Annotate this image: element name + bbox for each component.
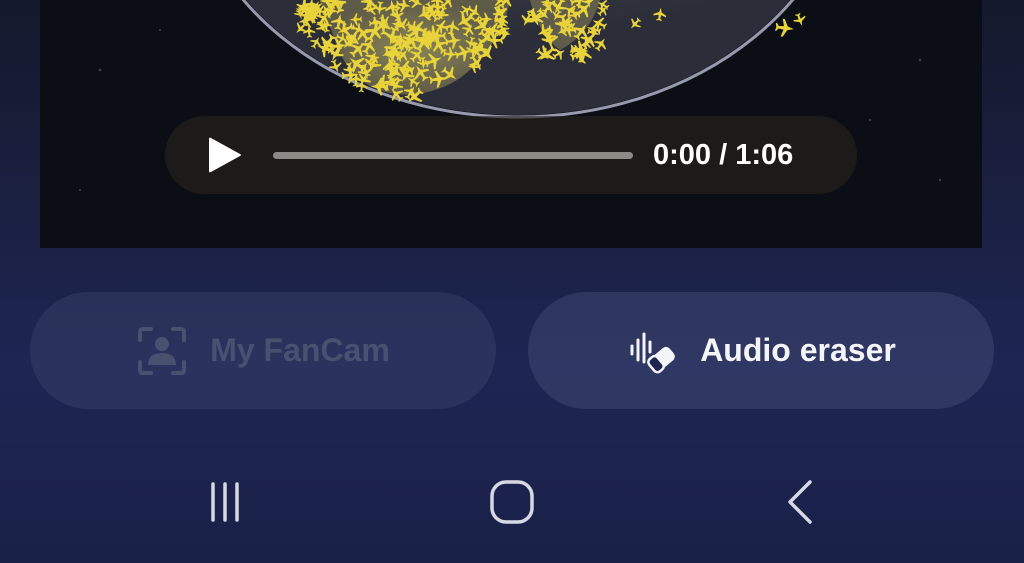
audio-eraser-label: Audio eraser — [700, 332, 896, 368]
audio-eraser-icon — [626, 325, 678, 377]
play-icon — [209, 137, 241, 173]
media-controls: 0:00 / 1:06 — [165, 116, 857, 194]
my-fancam-button[interactable]: My FanCam — [30, 292, 496, 409]
recents-button[interactable] — [195, 472, 255, 532]
audio-eraser-button[interactable]: Audio eraser — [528, 292, 994, 409]
home-button[interactable] — [482, 472, 542, 532]
back-icon — [788, 480, 812, 524]
person-frame-icon — [136, 325, 188, 377]
seek-track — [273, 151, 633, 159]
playback-time: 0:00 / 1:06 — [653, 139, 794, 171]
system-navigation-bar — [0, 462, 1024, 542]
back-button[interactable] — [770, 472, 830, 532]
video-player[interactable]: 0:00 / 1:06 — [40, 0, 982, 248]
seek-bar[interactable] — [273, 150, 633, 160]
home-icon — [490, 480, 534, 524]
recents-icon — [211, 482, 239, 522]
my-fancam-label: My FanCam — [210, 332, 390, 368]
play-button[interactable] — [203, 133, 247, 177]
